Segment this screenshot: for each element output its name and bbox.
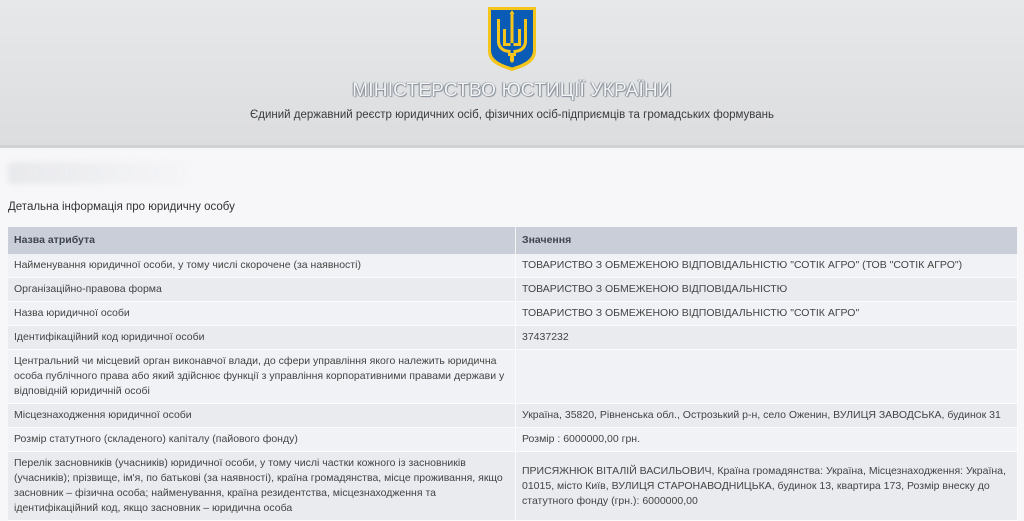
- attribute-cell: Місцезнаходження юридичної особи: [8, 403, 516, 428]
- table-row: Місцезнаходження юридичної особи Україна…: [8, 403, 1018, 428]
- value-cell: 37437232: [515, 325, 1018, 350]
- table-row: Найменування юридичної особи, у тому чис…: [8, 254, 1018, 278]
- ministry-title: МІНІСТЕРСТВО ЮСТИЦІЇ УКРАЇНИ: [352, 80, 672, 101]
- trident-emblem-icon: [488, 7, 536, 71]
- table-row: Ідентифікаційний код юридичної особи 374…: [8, 325, 1018, 350]
- table-row: Організаційно-правова форма ТОВАРИСТВО З…: [8, 277, 1018, 302]
- page-header: МІНІСТЕРСТВО ЮСТИЦІЇ УКРАЇНИ Єдиний держ…: [0, 0, 1024, 148]
- value-cell: Розмір : 6000000,00 грн.: [515, 427, 1018, 452]
- table-row: Перелік засновників (учасників) юридично…: [8, 451, 1018, 521]
- value-cell: ПРИСЯЖНЮК ВІТАЛІЙ ВАСИЛЬОВИЧ, Країна гро…: [515, 451, 1018, 521]
- registry-subtitle: Єдиний державний реєстр юридичних осіб, …: [249, 109, 775, 121]
- section-caption: Детальна інформація про юридичну особу: [8, 201, 235, 213]
- value-cell: ТОВАРИСТВО З ОБМЕЖЕНОЮ ВІДПОВІДАЛЬНІСТЮ: [515, 277, 1018, 302]
- value-cell: Україна, 35820, Рівненська обл., Острозь…: [515, 403, 1018, 428]
- value-cell: ТОВАРИСТВО З ОБМЕЖЕНОЮ ВІДПОВІДАЛЬНІСТЮ …: [515, 301, 1018, 326]
- column-header-attribute: Назва атрибута: [8, 227, 516, 254]
- attribute-cell: Перелік засновників (учасників) юридично…: [8, 451, 516, 521]
- entity-info-table: Назва атрибута Значення Найменування юри…: [8, 227, 1018, 521]
- table-row: Центральний чи місцевий орган виконавчої…: [8, 349, 1018, 404]
- value-cell: ТОВАРИСТВО З ОБМЕЖЕНОЮ ВІДПОВІДАЛЬНІСТЮ …: [515, 254, 1018, 278]
- attribute-cell: Організаційно-правова форма: [8, 277, 516, 302]
- attribute-cell: Назва юридичної особи: [8, 301, 516, 326]
- table-row: Назва юридичної особи ТОВАРИСТВО З ОБМЕЖ…: [8, 301, 1018, 326]
- column-header-value: Значення: [515, 227, 1018, 254]
- faded-background-text: [8, 162, 188, 184]
- attribute-cell: Ідентифікаційний код юридичної особи: [8, 325, 516, 350]
- table-header-row: Назва атрибута Значення: [8, 227, 1018, 254]
- attribute-cell: Розмір статутного (складеного) капіталу …: [8, 427, 516, 452]
- attribute-cell: Центральний чи місцевий орган виконавчої…: [8, 349, 516, 404]
- value-cell: [515, 349, 1018, 404]
- table-row: Розмір статутного (складеного) капіталу …: [8, 427, 1018, 452]
- attribute-cell: Найменування юридичної особи, у тому чис…: [8, 254, 516, 278]
